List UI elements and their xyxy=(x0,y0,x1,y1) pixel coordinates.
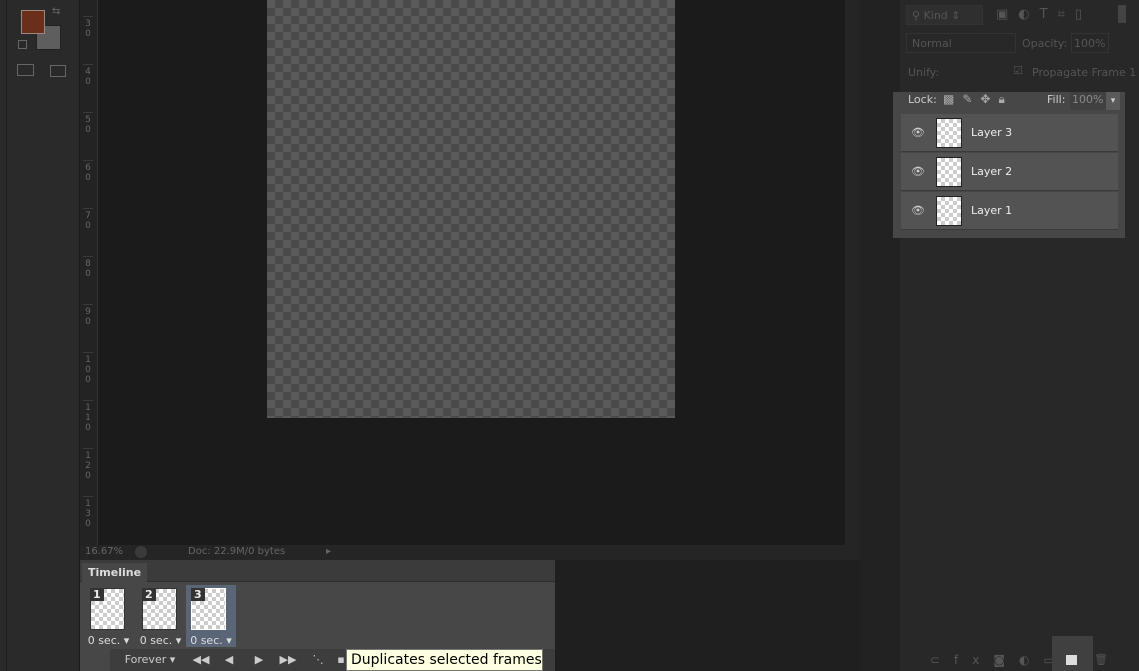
layer-row[interactable]: 👁︎ Layer 1 xyxy=(901,192,1118,230)
timeline-tab[interactable]: Timeline xyxy=(82,563,148,582)
fill-label: Fill: xyxy=(1047,93,1066,106)
filter-toggle[interactable] xyxy=(1118,5,1126,23)
layer-name: Layer 3 xyxy=(971,126,1013,139)
blend-mode-select[interactable]: Normal xyxy=(906,33,1016,53)
layer-footer-icons[interactable]: ⊂fx◙◐▭ xyxy=(930,653,1069,667)
fill-input[interactable]: 100% xyxy=(1070,92,1106,110)
next-frame-icon[interactable]: ▶▶ xyxy=(275,649,301,671)
play-icon[interactable]: ▶ xyxy=(246,649,272,671)
eye-icon[interactable]: 👁︎ xyxy=(911,126,925,139)
vertical-scrollbar[interactable] xyxy=(845,0,860,545)
ruler-label: 8 0 xyxy=(83,256,93,279)
zoom-level[interactable]: 16.67% xyxy=(85,546,123,557)
unify-label: Unify: xyxy=(908,66,940,79)
frame-delay[interactable]: 0 sec. ▾ xyxy=(85,634,132,647)
screen-mode-icon[interactable] xyxy=(50,65,66,77)
frame-1[interactable]: 1 0 sec. ▾ xyxy=(85,585,132,647)
vertical-ruler: 3 0 4 0 5 0 6 0 7 0 8 0 9 0 1 0 0 1 1 0 1 2 0 1 3 … xyxy=(80,0,98,545)
frame-2[interactable]: 2 0 sec. ▾ xyxy=(137,585,184,647)
layer-row[interactable]: 👁︎ Layer 3 xyxy=(901,114,1118,152)
frame-number: 2 xyxy=(142,588,156,601)
swap-colors-icon[interactable]: ⇆ xyxy=(52,6,60,17)
eye-icon[interactable]: 👁︎ xyxy=(911,165,925,178)
layers-list-area: Lock: ▩✎✥🔒︎ Fill: 100% ▾ 👁︎ Layer 3 👁︎ L… xyxy=(893,92,1125,238)
frame-3[interactable]: 3 0 sec. ▾ xyxy=(186,585,236,647)
default-colors-icon[interactable] xyxy=(18,40,27,49)
duplicate-frame-icon[interactable]: ▪ xyxy=(336,649,346,671)
tween-icon[interactable]: ⋱ xyxy=(305,649,331,671)
ruler-label: 6 0 xyxy=(83,160,93,183)
frame-number: 3 xyxy=(191,588,205,601)
tools-panel: ⇆ xyxy=(0,0,80,671)
loop-select[interactable]: Forever ▾ xyxy=(115,649,185,671)
tooltip: Duplicates selected frames xyxy=(346,649,543,671)
ruler-label: 1 3 0 xyxy=(83,496,93,529)
frame-number: 1 xyxy=(90,588,104,601)
ruler-label: 4 0 xyxy=(83,64,93,87)
layer-thumbnail xyxy=(936,157,962,187)
divider xyxy=(6,0,7,671)
status-icon xyxy=(135,546,147,558)
new-layer-button[interactable] xyxy=(1052,636,1093,671)
layer-name: Layer 2 xyxy=(971,165,1013,178)
opacity-input[interactable]: 100% xyxy=(1071,33,1109,53)
layer-thumbnail xyxy=(936,196,962,226)
ruler-label: 1 2 0 xyxy=(83,448,93,481)
ruler-label: 7 0 xyxy=(83,208,93,231)
document-area[interactable] xyxy=(98,0,845,545)
opacity-label: Opacity: xyxy=(1022,37,1068,50)
new-layer-icon xyxy=(1066,655,1077,665)
status-menu-arrow-icon[interactable]: ▸ xyxy=(326,546,331,557)
status-bar: 16.67% Doc: 22.9M/0 bytes ▸ xyxy=(80,545,860,560)
trash-icon[interactable]: 🗑︎ xyxy=(1094,653,1108,666)
propagate-label: Propagate Frame 1 xyxy=(1032,66,1137,79)
fill-dropdown-icon[interactable]: ▾ xyxy=(1106,92,1120,110)
propagate-checkbox[interactable]: ☑ xyxy=(1013,64,1023,77)
ruler-label: 5 0 xyxy=(83,112,93,135)
filter-icons[interactable]: ▣◐T⌗▯ xyxy=(996,7,1092,22)
lock-icons[interactable]: ▩✎✥🔒︎ xyxy=(943,92,1013,107)
ruler-label: 9 0 xyxy=(83,304,93,327)
ruler-label: 1 1 0 xyxy=(83,400,93,433)
layer-name: Layer 1 xyxy=(971,204,1013,217)
frame-delay[interactable]: 0 sec. ▾ xyxy=(137,634,184,647)
timeline-header: Timeline xyxy=(80,560,555,582)
layer-thumbnail xyxy=(936,118,962,148)
doc-size: Doc: 22.9M/0 bytes xyxy=(188,546,286,557)
canvas[interactable] xyxy=(267,0,675,418)
ruler-label: 3 0 xyxy=(83,16,93,39)
first-frame-icon[interactable]: ◀◀ xyxy=(188,649,214,671)
lock-label: Lock: xyxy=(908,93,937,106)
frame-delay[interactable]: 0 sec. ▾ xyxy=(186,634,236,647)
layer-row[interactable]: 👁︎ Layer 2 xyxy=(901,153,1118,191)
ruler-label: 1 0 0 xyxy=(83,352,93,385)
quick-mask-icon[interactable] xyxy=(17,64,34,76)
foreground-color-swatch[interactable] xyxy=(21,10,45,34)
previous-frame-icon[interactable]: ◀ xyxy=(216,649,242,671)
eye-icon[interactable]: 👁︎ xyxy=(911,204,925,217)
filter-kind-select[interactable]: ⚲ Kind ⇕ xyxy=(906,5,983,25)
